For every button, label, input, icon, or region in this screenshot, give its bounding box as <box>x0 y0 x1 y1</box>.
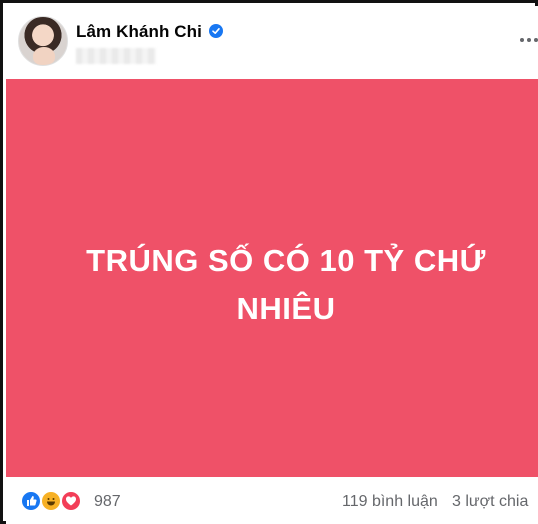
post-content-background[interactable]: TRÚNG SỐ CÓ 10 TỶ CHỨ NHIÊU <box>6 79 538 477</box>
post-meta-blurred <box>76 48 156 64</box>
reactions-summary[interactable] <box>20 490 90 512</box>
comments-count-link[interactable]: 119 bình luận <box>342 493 438 511</box>
haha-icon <box>40 490 62 512</box>
love-icon <box>60 490 82 512</box>
author-name[interactable]: Lâm Khánh Chi <box>76 22 202 42</box>
shares-count-link[interactable]: 3 lượt chia <box>452 493 528 511</box>
verified-badge-icon <box>209 24 223 38</box>
post-header: Lâm Khánh Chi <box>6 6 538 79</box>
author-avatar[interactable] <box>18 16 68 66</box>
more-options-icon[interactable] <box>520 36 538 44</box>
post-card: Lâm Khánh Chi TRÚNG SỐ CÓ 10 TỶ CHỨ NHIÊ… <box>0 0 538 524</box>
post-content-text: TRÚNG SỐ CÓ 10 TỶ CHỨ NHIÊU <box>86 243 486 326</box>
like-icon <box>20 490 42 512</box>
reaction-count[interactable]: 987 <box>94 493 121 511</box>
post-footer: 987 119 bình luận 3 lượt chia <box>6 477 538 524</box>
